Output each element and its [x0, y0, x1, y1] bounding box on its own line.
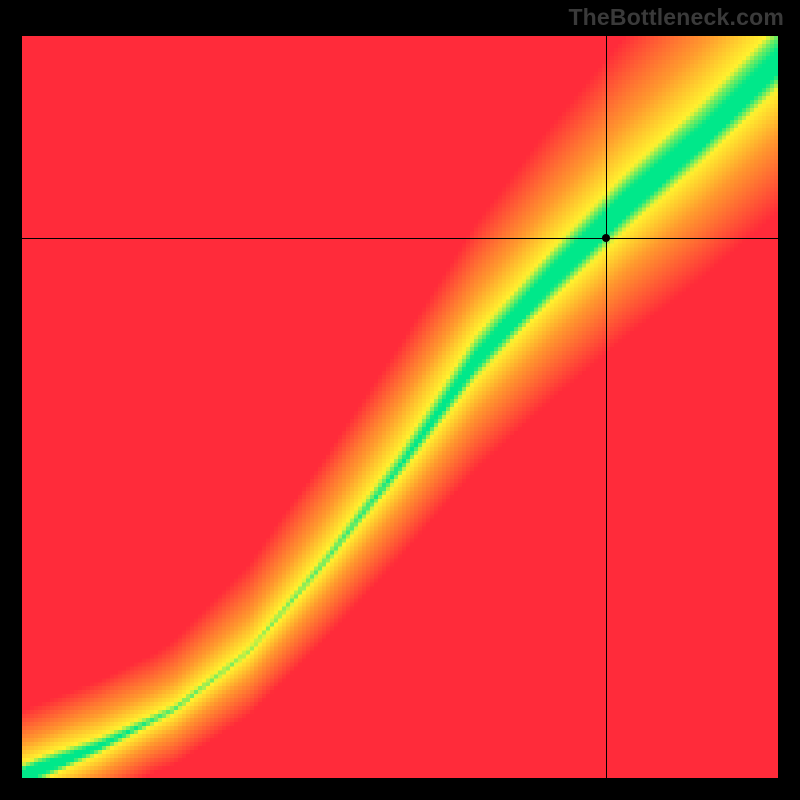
plot-area [22, 36, 778, 778]
watermark-text: TheBottleneck.com [568, 4, 784, 31]
heatmap-canvas [22, 36, 778, 778]
chart-frame: TheBottleneck.com [0, 0, 800, 800]
